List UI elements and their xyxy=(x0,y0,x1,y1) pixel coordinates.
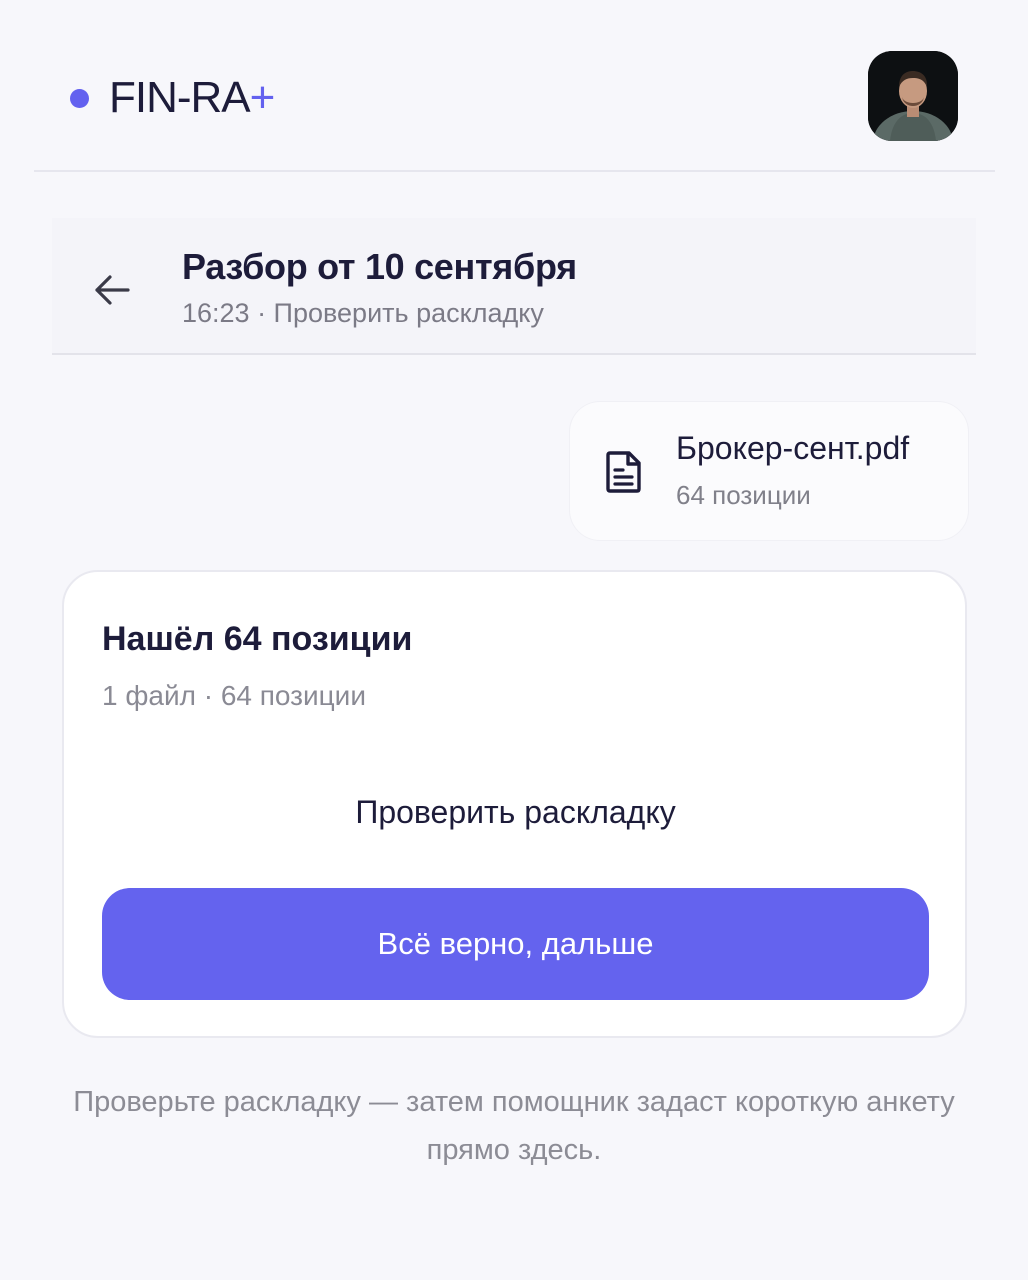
file-attachment[interactable]: Брокер-сент.pdf 64 позиции xyxy=(570,402,968,540)
thread-meta: 16:23 · Проверить раскладку xyxy=(182,298,544,328)
file-count: 64 позиции xyxy=(676,480,811,510)
top-header: FIN-RA + xyxy=(0,0,1028,172)
thread-header: Разбор от 10 сентября 16:23 · Проверить … xyxy=(52,218,976,355)
result-card: Нашёл 64 позиции 1 файл · 64 позиции Про… xyxy=(62,570,967,1038)
brand-plus: + xyxy=(249,73,276,122)
confirm-next-button[interactable]: Всё верно, дальше xyxy=(102,888,929,1000)
header-divider xyxy=(34,170,995,172)
app-root: FIN-RA + Разбор от 10 сентября 16:23 · П… xyxy=(0,0,1028,1280)
brand-name: FIN-RA xyxy=(109,73,251,122)
result-subtitle: 1 файл · 64 позиции xyxy=(102,680,366,711)
check-allocation-button[interactable]: Проверить раскладку xyxy=(102,762,929,862)
document-icon xyxy=(606,451,641,493)
avatar[interactable] xyxy=(868,51,958,141)
avatar-photo xyxy=(868,51,958,141)
back-button[interactable] xyxy=(90,268,134,312)
page-title: Разбор от 10 сентября xyxy=(182,246,577,287)
brand-dot-icon xyxy=(70,88,89,108)
brand-logo[interactable]: FIN-RA + xyxy=(70,70,275,126)
arrow-left-icon xyxy=(95,275,130,305)
footnote-hint: Проверьте раскладку — затем помощник зад… xyxy=(73,1086,955,1166)
result-title: Нашёл 64 позиции xyxy=(102,620,413,658)
file-name: Брокер-сент.pdf xyxy=(676,430,910,466)
